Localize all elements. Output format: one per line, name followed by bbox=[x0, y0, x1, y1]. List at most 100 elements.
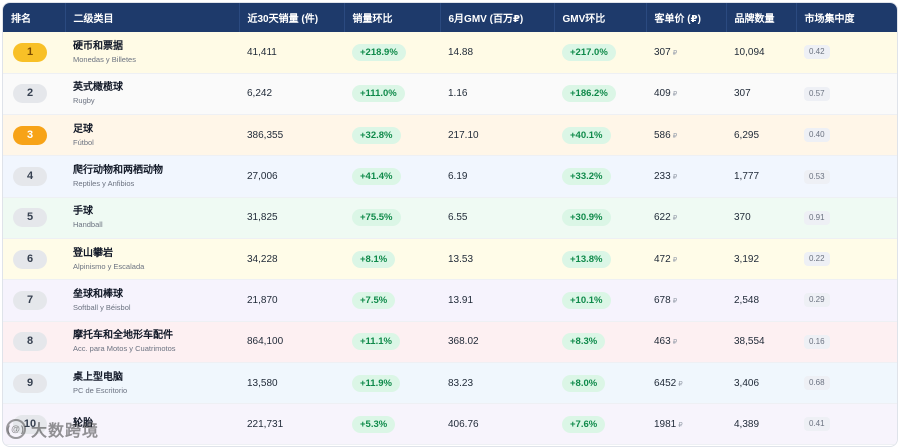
concentration-badge: 0.68 bbox=[804, 376, 830, 391]
category-cell: 手球 Handball bbox=[65, 197, 239, 238]
concentration-cell: 0.42 bbox=[796, 32, 897, 73]
category-name[interactable]: 垒球和棒球 bbox=[73, 288, 239, 301]
category-name[interactable]: 爬行动物和两栖动物 bbox=[73, 164, 239, 177]
brands-cell: 4,389 bbox=[734, 418, 760, 430]
aov-cell: 622 ₽ bbox=[646, 197, 726, 238]
sales-cell: 31,825 bbox=[247, 212, 278, 224]
rank-badge: 7 bbox=[13, 290, 47, 310]
category-name[interactable]: 桌上型电脑 bbox=[73, 371, 239, 384]
header-brands[interactable]: 品牌数量 bbox=[726, 3, 797, 32]
category-cell: 登山攀岩 Alpinismo y Escalada bbox=[65, 238, 239, 279]
sales-cell: 34,228 bbox=[247, 253, 278, 265]
category-name[interactable]: 英式橄榄球 bbox=[73, 81, 239, 94]
concentration-cell: 0.53 bbox=[796, 156, 897, 197]
concentration-badge: 0.41 bbox=[804, 417, 830, 432]
table-row[interactable]: 1 硬币和票据 Monedas y Billetes 41,411 +218.9% 14.… bbox=[3, 32, 897, 74]
sales-change-cell: +11.9% bbox=[344, 362, 440, 403]
category-subname: Reptiles y Anfibios bbox=[73, 179, 135, 189]
sales-change-cell: +7.5% bbox=[344, 280, 440, 321]
rank-cell: 1 bbox=[3, 32, 65, 73]
sales-change-badge: +5.3% bbox=[352, 415, 396, 433]
table-row[interactable]: 8 摩托车和全地形车配件 Acc. para Motos y Cuatrimotos… bbox=[3, 321, 897, 363]
category-name[interactable]: 登山攀岩 bbox=[73, 247, 239, 260]
gmv-cell: 83.23 bbox=[448, 377, 474, 389]
aov-cell: 409 ₽ bbox=[646, 73, 726, 114]
aov-value: 463 bbox=[654, 336, 671, 348]
aov-value: 307 bbox=[654, 46, 671, 58]
table-row[interactable]: 7 垒球和棒球 Softball y Béisbol 21,870 +7.5% 13.91… bbox=[3, 279, 897, 322]
aov-value: 622 bbox=[654, 212, 671, 224]
category-cell: 英式橄榄球 Rugby bbox=[65, 73, 239, 114]
gmv-cell: 6.19 bbox=[448, 171, 468, 183]
aov-cell: 463 ₽ bbox=[646, 321, 726, 362]
aov-value: 586 bbox=[654, 129, 671, 141]
gmv-change-cell: +10.1% bbox=[554, 280, 646, 321]
header-gmv-change[interactable]: GMV环比 bbox=[554, 3, 647, 32]
header-sales-change[interactable]: 销量环比 bbox=[344, 3, 441, 32]
header-gmv[interactable]: 6月GMV (百万₽) bbox=[440, 3, 555, 32]
concentration-badge: 0.42 bbox=[804, 45, 830, 60]
gmv-change-cell: +40.1% bbox=[554, 115, 646, 156]
rank-cell: 4 bbox=[3, 156, 65, 197]
gmv-cell: 406.76 bbox=[448, 418, 479, 430]
sales-change-cell: +75.5% bbox=[344, 197, 440, 238]
currency-symbol: ₽ bbox=[672, 91, 678, 99]
brands-cell: 307 bbox=[734, 88, 751, 100]
table-row[interactable]: 9 桌上型电脑 PC de Escritorio 13,580 +11.9% 83.23 +… bbox=[3, 362, 897, 404]
currency-symbol: ₽ bbox=[672, 215, 678, 223]
aov-cell: 1981 ₽ bbox=[646, 404, 726, 445]
sales-change-badge: +11.1% bbox=[352, 333, 400, 351]
table-row[interactable]: 3 足球 Fútbol 386,355 +32.8% 217.10 +40.1% 586 ₽6,… bbox=[3, 114, 897, 156]
sales-change-badge: +218.9% bbox=[352, 43, 406, 61]
header-category[interactable]: 二级类目 bbox=[65, 3, 240, 32]
gmv-change-cell: +186.2% bbox=[554, 73, 646, 114]
rank-badge: 6 bbox=[13, 249, 47, 269]
aov-value: 233 bbox=[654, 171, 671, 183]
table-row[interactable]: 2 英式橄榄球 Rugby 6,242 +111.0% 1.16 +186.2% 409 ₽30… bbox=[3, 73, 897, 115]
header-concentration[interactable]: 市场集中度 bbox=[796, 3, 897, 32]
category-cell: 垒球和棒球 Softball y Béisbol bbox=[65, 280, 239, 321]
gmv-change-cell: +217.0% bbox=[554, 32, 646, 73]
category-name[interactable]: 手球 bbox=[73, 205, 239, 218]
rank-cell: 2 bbox=[3, 73, 65, 114]
gmv-change-cell: +8.0% bbox=[554, 362, 646, 403]
brands-cell: 1,777 bbox=[734, 171, 760, 183]
currency-symbol: ₽ bbox=[672, 49, 678, 57]
brands-cell: 6,295 bbox=[734, 129, 760, 141]
brands-cell: 3,406 bbox=[734, 377, 760, 389]
header-rank[interactable]: 排名 bbox=[3, 3, 66, 32]
category-name[interactable]: 硬币和票据 bbox=[73, 40, 239, 53]
brands-cell: 3,192 bbox=[734, 253, 760, 265]
sales-change-badge: +32.8% bbox=[352, 126, 401, 144]
header-sales[interactable]: 近30天销量 (件) bbox=[239, 3, 345, 32]
concentration-badge: 0.57 bbox=[804, 86, 830, 101]
table-row[interactable]: 4 爬行动物和两栖动物 Reptiles y Anfibios 27,006 +41.4… bbox=[3, 155, 897, 198]
category-name[interactable]: 足球 bbox=[73, 123, 239, 136]
gmv-change-badge: +7.6% bbox=[562, 415, 606, 433]
table-row[interactable]: 10 轮胎 221,731 +5.3% 406.76 +7.6% 1981 ₽4,389 0.4… bbox=[3, 403, 897, 445]
concentration-badge: 0.29 bbox=[804, 293, 830, 308]
category-name[interactable]: 摩托车和全地形车配件 bbox=[73, 329, 239, 342]
gmv-cell: 14.88 bbox=[448, 46, 474, 58]
sales-change-cell: +111.0% bbox=[344, 73, 440, 114]
rank-badge: 9 bbox=[13, 373, 47, 393]
header-aov[interactable]: 客单价 (₽) bbox=[646, 3, 727, 32]
currency-symbol: ₽ bbox=[678, 421, 683, 429]
gmv-cell: 368.02 bbox=[448, 336, 479, 348]
rank-cell: 9 bbox=[3, 362, 65, 403]
rank-cell: 3 bbox=[3, 115, 65, 156]
aov-cell: 678 ₽ bbox=[646, 280, 726, 321]
gmv-change-badge: +33.2% bbox=[562, 168, 611, 186]
rank-badge: 1 bbox=[13, 42, 47, 62]
aov-value: 409 bbox=[654, 88, 671, 100]
rank-badge: 4 bbox=[13, 167, 47, 187]
gmv-change-cell: +30.9% bbox=[554, 197, 646, 238]
category-subname: Fútbol bbox=[73, 137, 94, 147]
concentration-badge: 0.91 bbox=[804, 210, 830, 225]
table-row[interactable]: 6 登山攀岩 Alpinismo y Escalada 34,228 +8.1% 13.5… bbox=[3, 238, 897, 280]
concentration-badge: 0.40 bbox=[804, 128, 830, 143]
brands-cell: 38,554 bbox=[734, 336, 765, 348]
table-row[interactable]: 5 手球 Handball 31,825 +75.5% 6.55 +30.9% 622 ₽370… bbox=[3, 197, 897, 239]
category-subname: Acc. para Motos y Cuatrimotos bbox=[73, 344, 176, 354]
category-subname: Rugby bbox=[73, 96, 95, 106]
